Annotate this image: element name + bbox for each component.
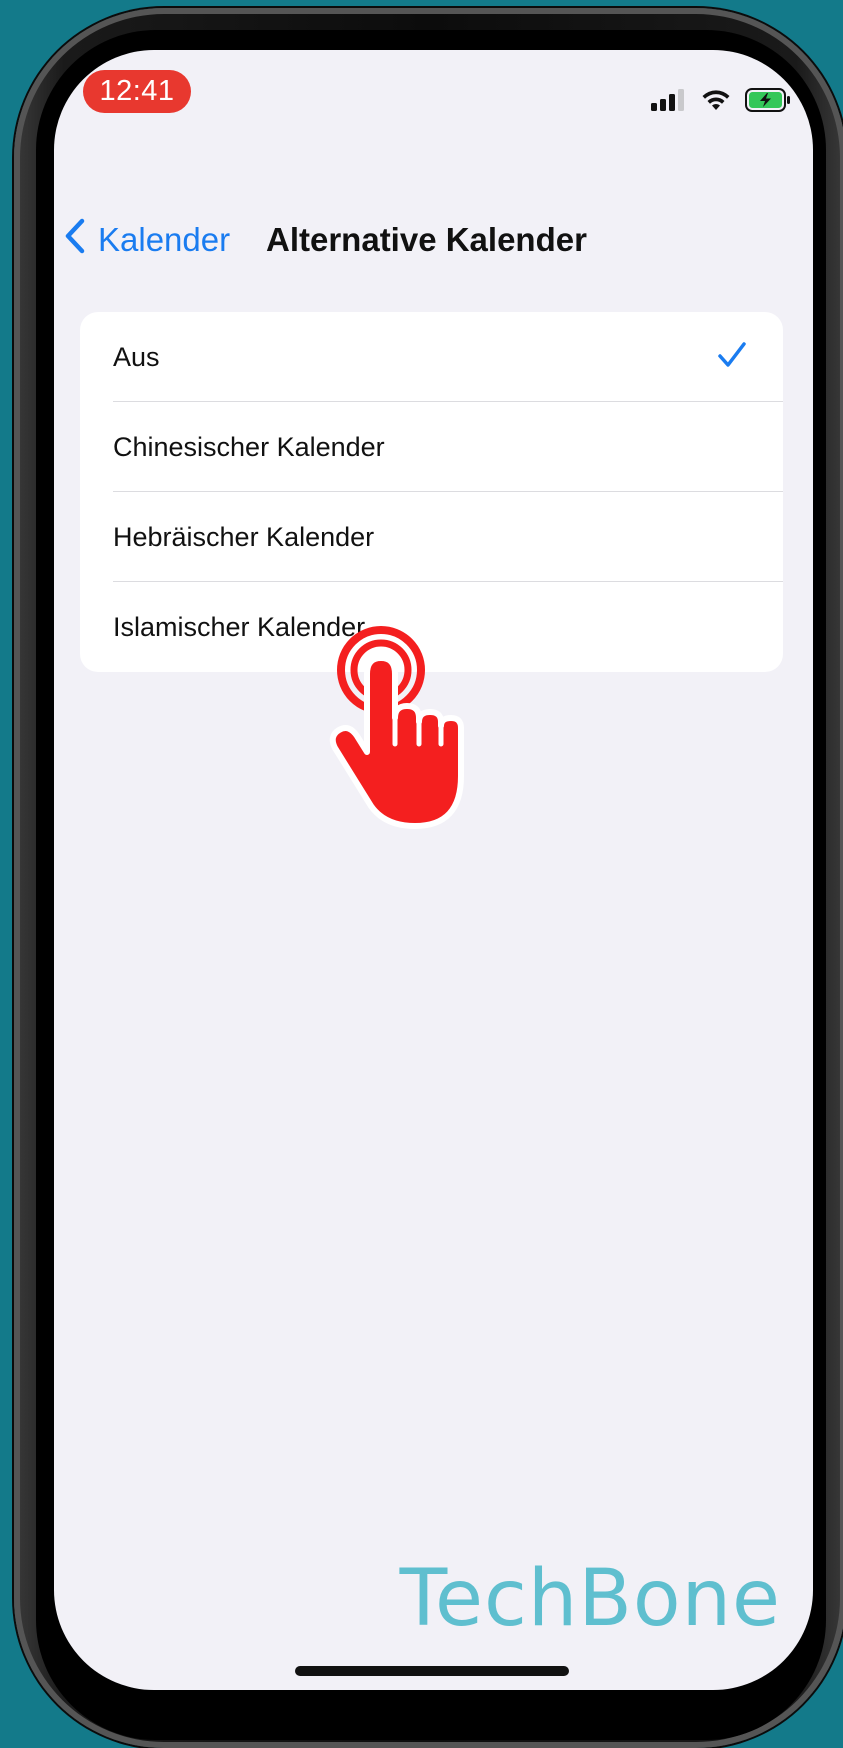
page-title: Alternative Kalender <box>266 221 587 258</box>
phone-screen: 12:41 Kalender Alternative Kalender Aus … <box>54 50 813 1690</box>
navigation-bar: Kalender Alternative Kalender <box>54 210 813 270</box>
option-label: Hebräischer Kalender <box>113 522 375 552</box>
wifi-icon <box>701 89 731 116</box>
cellular-signal-icon <box>651 89 687 116</box>
status-icons <box>651 88 791 117</box>
option-label: Chinesischer Kalender <box>113 432 385 462</box>
watermark-logo: TechBone <box>399 1554 781 1644</box>
back-button-label: Kalender <box>98 221 231 258</box>
option-aus[interactable]: Aus <box>80 312 783 402</box>
tap-hand-pointer-icon <box>329 626 469 841</box>
calendar-options-list: Aus Chinesischer Kalender Hebräischer Ka… <box>80 312 783 672</box>
status-time: 12:41 <box>83 70 191 113</box>
chevron-left-icon <box>64 218 98 262</box>
option-label: Aus <box>113 342 160 372</box>
checkmark-icon <box>717 340 747 375</box>
option-label: Islamischer Kalender <box>113 612 366 642</box>
battery-charging-icon <box>745 88 791 117</box>
option-hebraeischer-kalender[interactable]: Hebräischer Kalender <box>80 492 783 582</box>
option-chinesischer-kalender[interactable]: Chinesischer Kalender <box>80 402 783 492</box>
back-button[interactable]: Kalender <box>64 210 230 270</box>
home-indicator[interactable] <box>295 1666 569 1676</box>
